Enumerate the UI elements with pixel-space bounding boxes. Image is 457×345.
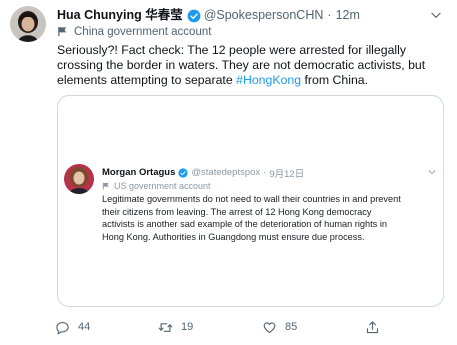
like-button[interactable]: 85 [262,318,297,336]
government-account-label[interactable]: US government account [102,180,211,192]
tweet-text-line: Seriously?! Fact check: The 12 people we… [57,43,407,57]
tweet-text-line: crossing the border in waters. They are … [57,58,426,72]
quoted-text-line: Legitimate governments do not need to wa… [102,194,401,204]
quoted-tweet-card[interactable]: Morgan Ortagus @statedeptspox · 9月12日 US… [57,95,444,307]
quoted-author-handle[interactable]: @statedeptspox [191,167,260,178]
share-icon [366,320,379,333]
chevron-down-icon[interactable] [427,167,437,177]
quoted-timestamp[interactable]: 9月12日 [269,166,304,180]
retweet-icon [158,322,173,332]
tweet-header: Hua Chunying 华春莹 @SpokespersonCHN · 12m [57,7,417,24]
like-count: 85 [285,321,298,333]
tweet-timestamp[interactable]: 12m [336,7,360,24]
separator-dot: · [327,8,332,22]
tweet-text-segment: from China. [301,73,369,87]
tweet-text: Seriously?! Fact check: The 12 people we… [57,43,449,88]
reply-icon [56,321,69,334]
quoted-text-line: Hong Kong. Authorities in Guangdong must… [102,231,365,242]
quoted-text-line: their citizens from leaving. The arrest … [102,206,372,217]
chevron-down-icon[interactable] [429,8,443,22]
quoted-author-avatar[interactable] [64,164,94,194]
tweet-text-line-last: elements attempting to separate #HongKon… [57,73,449,88]
tweet-action-bar: 44 19 85 [0,318,457,336]
account-label-text: US government account [114,181,211,191]
separator-dot: · [263,167,267,178]
quoted-tweet-header: Morgan Ortagus @statedeptspox · 9月12日 [102,166,304,180]
retweet-button[interactable]: 19 [158,318,193,336]
government-account-label[interactable]: China government account [57,24,211,39]
verified-badge-icon [178,167,188,178]
tweet-text-segment: elements attempting to separate [57,73,233,87]
quoted-text-line: activists is another sad example of the … [102,219,387,229]
hashtag-link[interactable]: #HongKong [236,73,301,87]
tweet-card: Hua Chunying 华春莹 @SpokespersonCHN · 12m … [0,0,457,345]
verified-badge-icon [187,9,201,22]
reply-button[interactable]: 44 [55,318,90,336]
government-flag-icon [58,26,67,37]
quoted-tweet-text: Legitimate governments do not need to wa… [102,193,440,243]
account-label-text: China government account [74,25,212,38]
reply-count: 44 [78,321,91,333]
author-name[interactable]: Hua Chunying 华春莹 [57,7,183,24]
government-flag-icon [102,182,109,190]
share-button[interactable] [365,318,388,336]
author-avatar[interactable] [10,6,46,42]
like-icon [263,321,276,333]
retweet-count: 19 [181,321,194,333]
author-handle[interactable]: @SpokespersonCHN [204,7,324,24]
quoted-author-name[interactable]: Morgan Ortagus [102,167,175,178]
